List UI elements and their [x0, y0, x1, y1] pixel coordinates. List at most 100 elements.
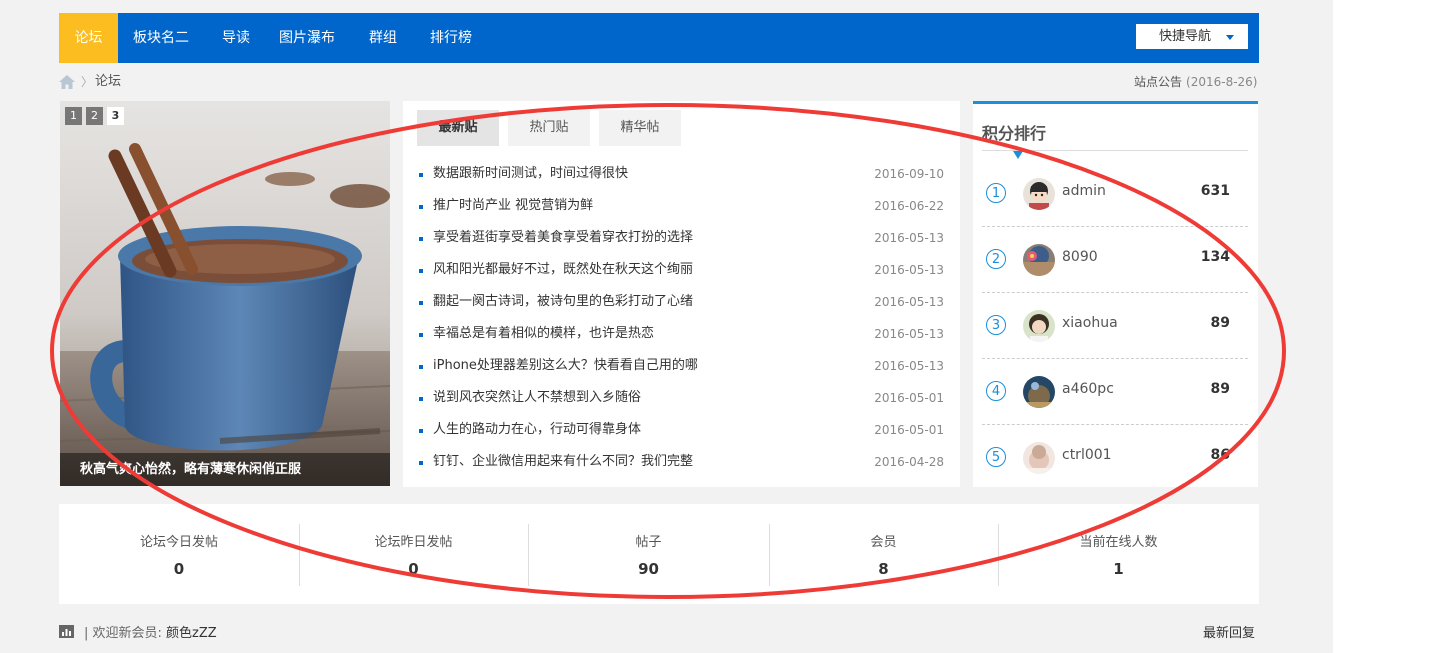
site-notice-label: 站点公告 [1134, 75, 1183, 89]
post-row: 数据跟新时间测试，时间过得很快 2016-09-10 [419, 158, 944, 190]
bullet-icon [419, 205, 423, 209]
post-title-link[interactable]: 数据跟新时间测试，时间过得很快 [433, 158, 628, 190]
top-nav: 论坛 板块名二 导读 图片瀑布 群组 排行榜 快捷导航 [59, 13, 1259, 63]
chart-icon [59, 625, 74, 638]
post-title-link[interactable]: 幸福总是有着相似的模样，也许是热恋 [433, 318, 654, 350]
post-row: iPhone处理器差别这么大？快看看自己用的哪 2016-05-13 [419, 350, 944, 382]
stats-bar: 论坛今日发帖 0 论坛昨日发帖 0 帖子 90 会员 8 当前在线人数 1 [59, 504, 1259, 604]
slider-dot-1[interactable]: 1 [65, 107, 82, 125]
ranking-row: 5 ctrl001 86 [982, 425, 1248, 491]
stat-value: 0 [408, 560, 419, 578]
post-date: 2016-05-13 [874, 263, 944, 277]
post-date: 2016-05-13 [874, 359, 944, 373]
breadcrumb-current[interactable]: 论坛 [95, 72, 121, 92]
post-date: 2016-05-13 [874, 327, 944, 341]
quick-nav-button[interactable]: 快捷导航 [1136, 24, 1248, 49]
avatar[interactable] [1023, 376, 1055, 408]
stat-yesterday-posts: 论坛昨日发帖 0 [299, 524, 529, 586]
nav-item-forum[interactable]: 论坛 [59, 13, 118, 63]
ranking-panel: 积分排行 1 admin 631 2 8090 134 3 xiaohua 89 4 a460pc 8… [973, 101, 1258, 487]
rank-number: 1 [986, 183, 1006, 203]
bullet-icon [419, 365, 423, 369]
welcome-label: | 欢迎新会员: [84, 626, 162, 641]
bullet-icon [419, 269, 423, 273]
bullet-icon [419, 173, 423, 177]
post-title-link[interactable]: 钉钉、企业微信用起来有什么不同？我们完整 [433, 446, 693, 478]
tab-featured[interactable]: 精华帖 [599, 110, 681, 146]
bullet-icon [419, 429, 423, 433]
slider-caption[interactable]: 秋高气爽心怡然，略有薄寒休闲俏正服 [60, 453, 390, 486]
bullet-icon [419, 333, 423, 337]
post-row: 人生的路动力在心，行动可得靠身体 2016-05-01 [419, 414, 944, 446]
right-margin [1333, 0, 1442, 653]
rank-user-link[interactable]: ctrl001 [1062, 447, 1112, 463]
stat-value: 0 [173, 560, 185, 578]
rank-user-link[interactable]: xiaohua [1062, 315, 1118, 331]
post-title-link[interactable]: 推广时尚产业 视觉营销为鲜 [433, 190, 593, 222]
image-slider[interactable]: 1 2 3 秋高气爽心怡然，略有薄寒休闲俏正服 [60, 101, 390, 486]
rank-user-link[interactable]: 8090 [1062, 249, 1098, 265]
rank-score: 134 [1200, 249, 1230, 265]
avatar[interactable] [1023, 310, 1055, 342]
stat-value: 90 [638, 560, 659, 578]
nav-item-board-two[interactable]: 板块名二 [123, 13, 199, 63]
stat-today-posts: 论坛今日发帖 0 [59, 524, 300, 586]
nav-item-waterfall[interactable]: 图片瀑布 [275, 13, 339, 63]
slider-dot-2[interactable]: 2 [86, 107, 103, 125]
tab-latest[interactable]: 最新贴 [417, 110, 499, 146]
stat-label: 论坛昨日发帖 [374, 535, 453, 550]
nav-item-ranking[interactable]: 排行榜 [422, 13, 480, 63]
ranking-row: 3 xiaohua 89 [982, 293, 1248, 359]
post-date: 2016-05-01 [874, 423, 944, 437]
post-date: 2016-05-01 [874, 391, 944, 405]
stat-value: 8 [878, 560, 889, 578]
nav-item-guide[interactable]: 导读 [214, 13, 258, 63]
latest-reply-link[interactable]: 最新回复 [1203, 622, 1255, 641]
rank-user-link[interactable]: a460pc [1062, 381, 1114, 397]
bullet-icon [419, 301, 423, 305]
bullet-icon [419, 461, 423, 465]
home-icon[interactable] [59, 75, 75, 89]
pointer-down-icon [1013, 151, 1023, 159]
post-row: 幸福总是有着相似的模样，也许是热恋 2016-05-13 [419, 318, 944, 350]
post-title-link[interactable]: 人生的路动力在心，行动可得靠身体 [433, 414, 641, 446]
nav-item-groups[interactable]: 群组 [361, 13, 405, 63]
rank-score: 86 [1210, 447, 1230, 463]
rank-user-link[interactable]: admin [1062, 183, 1106, 199]
cocoa-cup-image [60, 101, 390, 486]
stat-value: 1 [1113, 560, 1124, 578]
ranking-title: 积分排行 [982, 124, 1047, 143]
rank-number: 2 [986, 249, 1006, 269]
post-title-link[interactable]: 说到风衣突然让人不禁想到入乡随俗 [433, 382, 641, 414]
tab-hot[interactable]: 热门贴 [508, 110, 590, 146]
stat-label: 论坛今日发帖 [139, 535, 218, 550]
site-notice-date: (2016-8-26) [1186, 75, 1258, 89]
post-row: 翻起一阕古诗词，被诗句里的色彩打动了心绪 2016-05-13 [419, 286, 944, 318]
stat-label: 当前在线人数 [1079, 535, 1158, 550]
avatar[interactable] [1023, 244, 1055, 276]
stat-label: 会员 [870, 535, 897, 550]
stat-threads: 帖子 90 [528, 524, 770, 586]
bullet-icon [419, 237, 423, 241]
post-row: 说到风衣突然让人不禁想到入乡随俗 2016-05-01 [419, 382, 944, 414]
avatar[interactable] [1023, 178, 1055, 210]
post-title-link[interactable]: 风和阳光都最好不过，既然处在秋天这个绚丽 [433, 254, 693, 286]
post-title-link[interactable]: 享受着逛街享受着美食享受着穿衣打扮的选择 [433, 222, 693, 254]
new-member-link[interactable]: 颜色zZZ [166, 626, 217, 641]
post-title-link[interactable]: 翻起一阕古诗词，被诗句里的色彩打动了心绪 [433, 286, 693, 318]
stat-label: 帖子 [635, 535, 662, 550]
stat-members: 会员 8 [769, 524, 999, 586]
posts-panel: 最新贴 热门贴 精华帖 数据跟新时间测试，时间过得很快 2016-09-10 推广时… [403, 101, 960, 487]
bullet-icon [419, 397, 423, 401]
stat-online: 当前在线人数 1 [998, 524, 1239, 586]
post-title-link[interactable]: iPhone处理器差别这么大？快看看自己用的哪 [433, 350, 698, 382]
quick-nav-label: 快捷导航 [1159, 29, 1212, 44]
ranking-row: 4 a460pc 89 [982, 359, 1248, 425]
post-date: 2016-04-28 [874, 455, 944, 469]
slider-dot-3[interactable]: 3 [107, 107, 124, 125]
post-row: 风和阳光都最好不过，既然处在秋天这个绚丽 2016-05-13 [419, 254, 944, 286]
ranking-row: 1 admin 631 [982, 161, 1248, 227]
post-date: 2016-09-10 [874, 167, 944, 181]
site-notice[interactable]: 站点公告 (2016-8-26) [1134, 72, 1257, 92]
avatar[interactable] [1023, 442, 1055, 474]
